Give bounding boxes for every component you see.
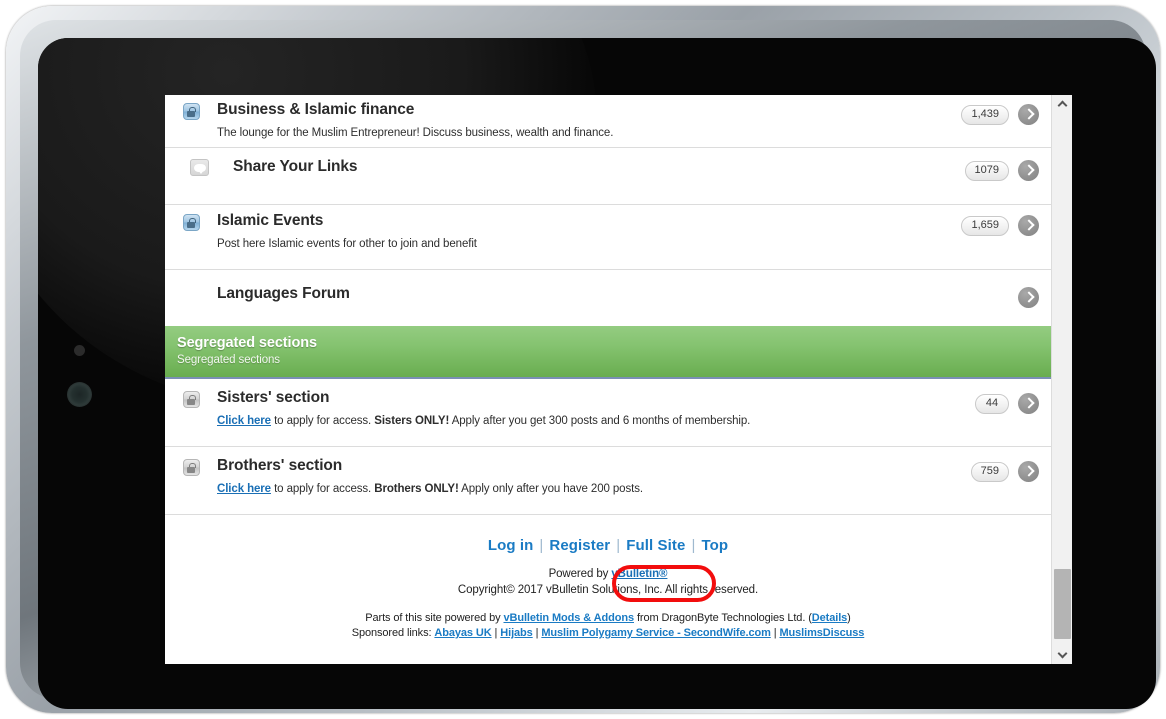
row-text-cell: Islamic Events Post here Islamic events … xyxy=(217,205,1039,252)
row-icon-cell xyxy=(165,205,217,231)
lock-blue-icon xyxy=(182,214,200,231)
scroll-down-arrow-icon[interactable] xyxy=(1052,646,1072,664)
forum-title: Islamic Events xyxy=(217,212,324,229)
lock-gray-icon xyxy=(182,459,200,476)
sponsored-link-hijabs[interactable]: Hijabs xyxy=(500,627,533,639)
page-footer: Log in | Register | Full Site | Top Powered by… xyxy=(165,515,1051,640)
login-link[interactable]: Log in xyxy=(482,537,540,554)
sponsored-links-line: Sponsored links: Abayas UK | Hijabs | Mu… xyxy=(165,626,1051,640)
forum-description: Click here to apply for access. Brothers… xyxy=(217,481,929,497)
post-count-badge: 1,439 xyxy=(961,104,1009,125)
desc-emphasis: Sisters ONLY! xyxy=(374,415,450,427)
category-subtitle: Segregated sections xyxy=(177,354,280,366)
post-count-badge: 759 xyxy=(970,461,1009,482)
scroll-up-arrow-icon[interactable] xyxy=(1052,95,1072,113)
forum-content-area: Business & Islamic finance The lounge fo… xyxy=(165,95,1051,664)
vertical-scrollbar[interactable] xyxy=(1051,95,1072,664)
forum-title: Brothers' section xyxy=(217,457,343,474)
forum-description: Post here Islamic events for other to jo… xyxy=(217,238,477,250)
chevron-right-icon[interactable] xyxy=(1018,287,1039,308)
mods-mid: from DragonByte Technologies Ltd. ( xyxy=(634,612,812,624)
row-icon-cell xyxy=(165,270,217,278)
row-controls: 1,659 xyxy=(961,215,1039,236)
row-text-cell: Brothers' section Click here to apply fo… xyxy=(217,447,1039,497)
sponsored-link-secondwife[interactable]: Muslim Polygamy Service - SecondWife.com xyxy=(541,627,771,639)
row-text-cell: Share Your Links xyxy=(233,148,1039,177)
details-link[interactable]: Details xyxy=(812,612,847,624)
full-site-link[interactable]: Full Site xyxy=(620,537,691,554)
sponsored-label: Sponsored links: xyxy=(351,627,435,639)
chevron-right-icon[interactable] xyxy=(1018,160,1039,181)
forum-title: Sisters' section xyxy=(217,389,330,406)
category-title: Segregated sections xyxy=(177,335,317,351)
ambient-sensor-icon xyxy=(67,382,92,407)
chevron-right-icon[interactable] xyxy=(1018,215,1039,236)
row-controls: 1,439 xyxy=(961,104,1039,125)
apply-access-link[interactable]: Click here xyxy=(217,415,271,427)
desc-mid: to apply for access. xyxy=(270,415,375,427)
copyright-line: Copyright© 2017 vBulletin Solutions, Inc… xyxy=(457,583,759,596)
row-icon-cell xyxy=(165,379,217,408)
forum-description: Click here to apply for access. Sisters … xyxy=(217,413,929,429)
tablet-screen: Business & Islamic finance The lounge fo… xyxy=(38,38,1156,709)
row-controls: 44 xyxy=(975,393,1039,414)
row-icon-cell xyxy=(165,148,233,176)
forum-row-business-islamic-finance[interactable]: Business & Islamic finance The lounge fo… xyxy=(165,95,1051,148)
register-link[interactable]: Register xyxy=(543,537,616,554)
row-icon-cell xyxy=(165,95,217,120)
sponsored-link-abayas-uk[interactable]: Abayas UK xyxy=(434,627,491,639)
mods-credit-line: Parts of this site powered by vBulletin … xyxy=(165,611,1051,625)
row-controls: 1079 xyxy=(964,160,1039,181)
post-count-badge: 44 xyxy=(975,393,1009,414)
browser-page-viewport: Business & Islamic finance The lounge fo… xyxy=(165,95,1072,664)
desc-emphasis: Brothers ONLY! xyxy=(374,483,459,495)
forum-row-islamic-events[interactable]: Islamic Events Post here Islamic events … xyxy=(165,205,1051,270)
desc-mid: to apply for access. xyxy=(270,483,375,495)
desc-tail: Apply only after you have 200 posts. xyxy=(458,483,643,495)
vbulletin-mods-link[interactable]: vBulletin Mods & Addons xyxy=(503,612,634,624)
forum-title: Share Your Links xyxy=(233,158,358,175)
post-count-badge: 1079 xyxy=(964,160,1009,181)
speech-bubble-icon xyxy=(189,159,209,176)
tablet-bezel: Business & Islamic finance The lounge fo… xyxy=(20,20,1156,709)
forum-description: The lounge for the Muslim Entrepreneur! … xyxy=(217,127,614,139)
row-controls xyxy=(1018,287,1039,308)
category-header-segregated-sections: Segregated sections Segregated sections xyxy=(165,326,1051,379)
post-count-badge: 1,659 xyxy=(961,215,1009,236)
mods-suffix: ) xyxy=(847,612,851,624)
forum-title: Languages Forum xyxy=(217,285,350,302)
top-link[interactable]: Top xyxy=(695,537,734,554)
front-camera-icon xyxy=(74,345,85,356)
sponsored-separator: | xyxy=(491,627,501,639)
chevron-right-icon[interactable] xyxy=(1018,393,1039,414)
powered-by-prefix: Powered by xyxy=(548,568,612,580)
sponsored-link-muslimsdiscuss[interactable]: MuslimsDiscuss xyxy=(779,627,864,639)
footer-nav: Log in | Register | Full Site | Top xyxy=(165,535,1051,557)
row-controls: 759 xyxy=(970,461,1039,482)
row-icon-cell xyxy=(165,447,217,476)
forum-row-languages-forum[interactable]: Languages Forum xyxy=(165,270,1051,326)
vbulletin-link[interactable]: vBulletin® xyxy=(611,568,667,580)
scrollbar-thumb[interactable] xyxy=(1054,569,1071,639)
lock-blue-icon xyxy=(182,103,200,120)
chevron-right-icon[interactable] xyxy=(1018,104,1039,125)
row-text-cell: Sisters' section Click here to apply for… xyxy=(217,379,1039,429)
row-text-cell: Business & Islamic finance The lounge fo… xyxy=(217,95,1039,141)
forum-row-share-your-links[interactable]: Share Your Links 1079 xyxy=(165,148,1051,205)
forum-row-brothers-section[interactable]: Brothers' section Click here to apply fo… xyxy=(165,447,1051,515)
desc-tail: Apply after you get 300 posts and 6 mont… xyxy=(449,415,751,427)
chevron-right-icon[interactable] xyxy=(1018,461,1039,482)
powered-by-line: Powered by vBulletin® xyxy=(165,567,1051,582)
forum-row-sisters-section[interactable]: Sisters' section Click here to apply for… xyxy=(165,379,1051,447)
apply-access-link[interactable]: Click here xyxy=(217,483,271,495)
mods-prefix: Parts of this site powered by xyxy=(365,612,504,624)
lock-gray-icon xyxy=(182,391,200,408)
row-text-cell: Languages Forum xyxy=(217,270,1039,304)
forum-title: Business & Islamic finance xyxy=(217,101,415,118)
tablet-device-frame: Business & Islamic finance The lounge fo… xyxy=(6,6,1160,713)
